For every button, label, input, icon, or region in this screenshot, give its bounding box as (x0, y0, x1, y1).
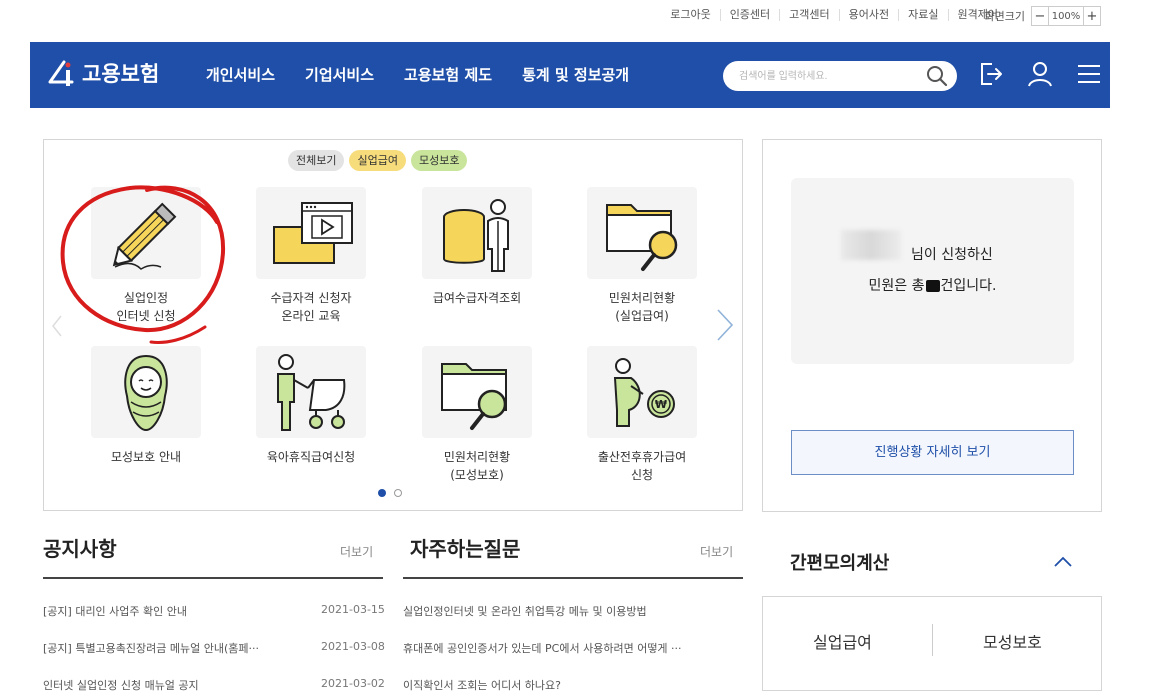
faq-more-link[interactable]: 더보기 (700, 543, 733, 560)
notice-more-link[interactable]: 더보기 (340, 543, 373, 560)
calculator-box: 실업급여 모성보호 (762, 596, 1102, 691)
service-label: 민원처리현황 (모성보호) (443, 450, 511, 482)
stroller-icon (256, 346, 366, 438)
notice-title: 공지사항 (43, 537, 117, 561)
baby-icon (91, 346, 201, 438)
main-menu: 개인서비스 기업서비스 고용보험 제도 통계 및 정보공개 (206, 64, 659, 85)
service-unemployment-cert[interactable]: 실업인정 인터넷 신청 (76, 187, 216, 325)
notice-date: 2021-03-08 (321, 640, 385, 653)
service-label: 민원처리현황 (실업급여) (608, 291, 676, 323)
faq-row[interactable]: 이직확인서 조회는 어디서 하나요? (403, 677, 743, 691)
service-label: 출산전후휴가급여 신청 (597, 450, 687, 482)
faq-title: 자주하는질문 (410, 537, 521, 561)
calculator-title: 간편모의계산 (790, 553, 890, 574)
zoom-value: 100% (1049, 6, 1083, 26)
calc-unemployment-button[interactable]: 실업급여 (813, 629, 872, 653)
status-line-2a: 민원은 총 (868, 278, 925, 294)
svg-text:₩: ₩ (655, 398, 667, 411)
logout-link[interactable]: 로그아웃 (661, 9, 719, 21)
zoom-label: 화면크기 (984, 10, 1025, 23)
notice-date: 2021-03-15 (321, 603, 385, 616)
filter-maternity[interactable]: 모성보호 (410, 150, 468, 171)
blurred-user-name (841, 230, 901, 260)
menu-business[interactable]: 기업서비스 (305, 64, 374, 85)
menu-icon[interactable] (1074, 59, 1104, 89)
menu-system[interactable]: 고용보험 제도 (404, 64, 492, 85)
database-person-icon (422, 187, 532, 279)
glossary-link[interactable]: 용어사전 (838, 9, 898, 21)
folder-search-icon (422, 346, 532, 438)
menu-statistics[interactable]: 통계 및 정보공개 (522, 64, 629, 85)
status-summary: 님이 신청하신 민원은 총 건입니다. (791, 178, 1074, 364)
notice-date: 2021-03-02 (321, 677, 385, 690)
customer-center-link[interactable]: 고객센터 (779, 9, 838, 21)
service-eligibility-check[interactable]: 급여수급자격조회 (407, 187, 547, 307)
utility-links: 로그아웃 인증센터 고객센터 용어사전 자료실 원격제어 (661, 9, 1007, 21)
search-box (723, 61, 957, 91)
service-panel: 전체보기 실업급여 모성보호 실업인정 인터넷 신청 수급자격 신청자 온라인 … (43, 139, 743, 511)
service-maternity-guide[interactable]: 모성보호 안내 (76, 346, 216, 466)
service-label: 수급자격 신청자 온라인 교육 (270, 291, 352, 323)
service-parental-leave[interactable]: 육아휴직급여신청 (241, 346, 381, 466)
page-dot-1[interactable] (378, 489, 386, 497)
faq-row[interactable]: 휴대폰에 공인인증서가 있는데 PC에서 사용하려면 어떻게 ··· (403, 640, 743, 656)
service-label: 모성보호 안내 (110, 450, 182, 464)
cert-center-link[interactable]: 인증센터 (719, 9, 779, 21)
search-icon[interactable] (925, 64, 949, 88)
filter-unemployment[interactable]: 실업급여 (349, 150, 406, 171)
search-input[interactable] (739, 67, 909, 85)
archive-link[interactable]: 자료실 (898, 9, 947, 21)
zoom-out-button[interactable]: − (1031, 6, 1049, 26)
notice-board: 공지사항 더보기 (43, 533, 383, 579)
pencil-icon (91, 187, 201, 279)
service-label: 육아휴직급여신청 (266, 450, 356, 464)
application-status-panel: 님이 신청하신 민원은 총 건입니다. 진행상황 자세히 보기 (762, 139, 1102, 512)
menu-personal[interactable]: 개인서비스 (206, 64, 275, 85)
online-education-icon (256, 187, 366, 279)
next-arrow-icon[interactable] (716, 308, 734, 342)
view-progress-button[interactable]: 진행상황 자세히 보기 (791, 430, 1074, 475)
filter-all[interactable]: 전체보기 (288, 150, 345, 171)
utility-bar: 로그아웃 인증센터 고객센터 용어사전 자료실 원격제어 화면크기 − 100%… (0, 0, 1149, 40)
notice-row[interactable]: 인터넷 실업인정 신청 매뉴얼 공지 (43, 677, 303, 691)
service-filters: 전체보기 실업급여 모성보호 (288, 150, 472, 171)
pregnant-coin-icon: ₩ (587, 346, 697, 438)
status-line-2: 민원은 총 건입니다. (791, 275, 1074, 295)
service-status-maternity[interactable]: 민원처리현황 (모성보호) (407, 346, 547, 484)
prev-arrow-icon[interactable] (52, 315, 62, 337)
service-label: 실업인정 인터넷 신청 (116, 291, 176, 323)
faq-row[interactable]: 실업인정인터넷 및 온라인 취업특강 메뉴 및 이용방법 (403, 603, 743, 619)
zoom-in-button[interactable]: + (1083, 6, 1101, 26)
status-line-1: 님이 신청하신 (911, 247, 993, 263)
service-label: 급여수급자격조회 (432, 291, 522, 305)
user-icon[interactable] (1025, 59, 1055, 89)
carousel-pagination (378, 489, 410, 497)
notice-row[interactable]: [공지] 대리인 사업주 확인 안내 (43, 603, 303, 619)
logo[interactable]: 고용보험 (46, 58, 159, 88)
redacted-count (925, 280, 940, 292)
calc-divider (932, 624, 933, 656)
service-online-education[interactable]: 수급자격 신청자 온라인 교육 (241, 187, 381, 325)
service-maternity-leave[interactable]: ₩ 출산전후휴가급여 신청 (572, 346, 712, 484)
chevron-up-icon[interactable] (1052, 553, 1074, 571)
faq-board: 자주하는질문 더보기 (403, 533, 743, 579)
main-nav: 고용보험 개인서비스 기업서비스 고용보험 제도 통계 및 정보공개 (30, 42, 1110, 108)
logout-icon[interactable] (976, 59, 1006, 89)
folder-search-icon (587, 187, 697, 279)
notice-row[interactable]: [공지] 특별고용촉진장려금 메뉴얼 안내(홈페··· (43, 640, 303, 656)
logo-mark-icon (46, 58, 76, 88)
logo-text: 고용보험 (82, 62, 160, 86)
notice-divider (43, 577, 383, 579)
zoom-control: 화면크기 − 100% + (985, 6, 1101, 26)
page-dot-2[interactable] (394, 489, 402, 497)
calc-maternity-button[interactable]: 모성보호 (983, 629, 1042, 653)
status-line-2b: 건입니다. (940, 278, 997, 294)
faq-divider (403, 577, 743, 579)
service-status-unemployment[interactable]: 민원처리현황 (실업급여) (572, 187, 712, 325)
